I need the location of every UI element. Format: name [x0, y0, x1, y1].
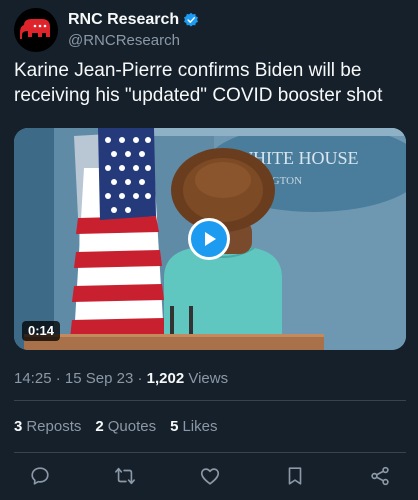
- quotes-stat[interactable]: 2 Quotes: [95, 418, 156, 435]
- action-bar: [14, 464, 406, 490]
- engagement-stats: 3 Reposts 2 Quotes 5 Likes: [14, 418, 217, 435]
- quotes-label: Quotes: [107, 418, 157, 435]
- display-name[interactable]: RNC Research: [68, 10, 179, 30]
- divider: [14, 400, 406, 401]
- author-names: RNC Research @RNCResearch: [68, 10, 199, 51]
- reposts-count: 3: [14, 418, 23, 435]
- video-duration-badge: 0:14: [22, 321, 61, 341]
- share-icon: [371, 466, 389, 486]
- author-handle[interactable]: @RNCResearch: [68, 31, 199, 51]
- repost-button[interactable]: [113, 464, 137, 488]
- like-button[interactable]: [198, 464, 222, 488]
- likes-count: 5: [170, 418, 179, 435]
- tweet-meta: 14:25 · 15 Sep 23 · 1,202 Views: [14, 370, 228, 387]
- tweet-text: Karine Jean-Pierre confirms Biden will b…: [14, 60, 383, 106]
- display-name-row[interactable]: RNC Research: [68, 10, 199, 30]
- play-icon: [205, 232, 216, 246]
- views-count: 1,202: [146, 370, 185, 387]
- reposts-label: Reposts: [26, 418, 82, 435]
- avatar[interactable]: [14, 8, 58, 52]
- meta-separator: ·: [55, 370, 65, 387]
- republican-elephant-icon: [20, 19, 50, 39]
- video-player[interactable]: WHITE HOUSE SHINGTON 0:14: [14, 128, 406, 350]
- likes-stat[interactable]: 5 Likes: [170, 418, 217, 435]
- likes-label: Likes: [182, 418, 218, 435]
- reposts-stat[interactable]: 3 Reposts: [14, 418, 81, 435]
- tweet-time[interactable]: 14:25: [14, 370, 52, 387]
- reply-button[interactable]: [28, 464, 52, 488]
- meta-separator: ·: [137, 370, 147, 387]
- bookmark-button[interactable]: [283, 464, 307, 488]
- tweet-date[interactable]: 15 Sep 23: [65, 370, 133, 387]
- bookmark-icon: [288, 467, 302, 485]
- verified-badge-icon: [184, 12, 199, 27]
- repost-icon: [115, 467, 135, 485]
- divider: [14, 452, 406, 453]
- heart-icon: [200, 468, 220, 485]
- share-button[interactable]: [368, 464, 392, 488]
- play-button[interactable]: [188, 218, 230, 260]
- views-label: Views: [188, 370, 229, 387]
- reply-icon: [31, 467, 49, 485]
- quotes-count: 2: [95, 418, 104, 435]
- tweet-header: RNC Research @RNCResearch: [14, 8, 404, 52]
